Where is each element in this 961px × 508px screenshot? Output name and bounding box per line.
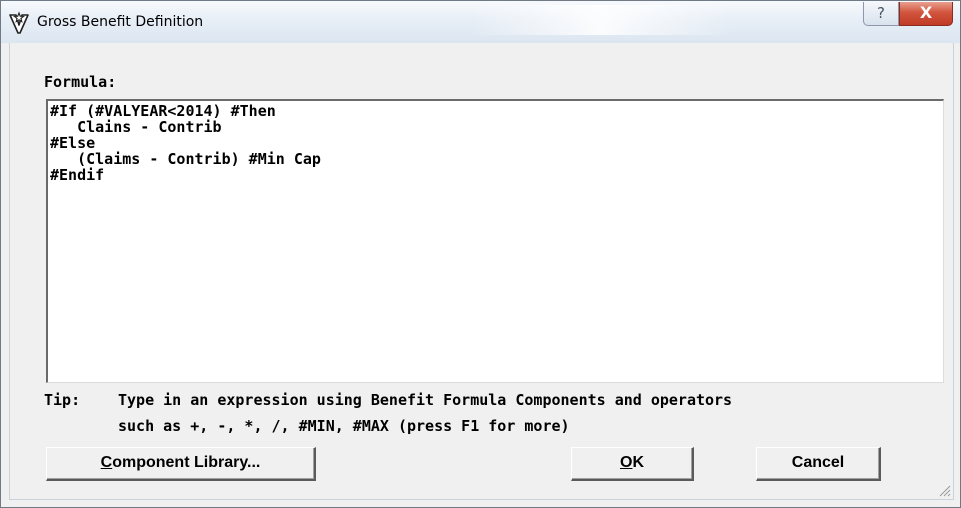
formula-label: Formula: xyxy=(44,73,117,91)
cancel-label: Cancel xyxy=(791,454,845,471)
ok-label: K xyxy=(632,454,644,471)
question-mark-icon: ? xyxy=(877,4,885,22)
formula-line: #If (#VALYEAR<2014) #Then xyxy=(50,102,276,120)
close-icon: X xyxy=(919,3,933,22)
formula-line: Clains - Contrib xyxy=(50,118,222,136)
component-library-button[interactable]: Component Library... xyxy=(46,447,316,481)
formula-line: #Else xyxy=(50,134,96,152)
component-library-label: omponent Library... xyxy=(112,454,261,471)
ok-mnemonic: O xyxy=(619,454,633,471)
tip-text-line-2: such as +, -, *, /, #MIN, #MAX (press F1… xyxy=(118,417,570,435)
help-button[interactable]: ? xyxy=(863,2,899,26)
resize-grip-icon[interactable] xyxy=(937,483,951,497)
formula-editor[interactable]: #If (#VALYEAR<2014) #Then Clains - Contr… xyxy=(46,99,944,383)
component-library-mnemonic: C xyxy=(100,454,113,471)
dialog-title: Gross Benefit Definition xyxy=(37,14,204,30)
formula-line: (Claims - Contrib) #Min Cap xyxy=(50,150,321,168)
title-bar-sheen xyxy=(471,5,731,35)
dialog-app-icon[interactable] xyxy=(7,11,31,35)
dialog-body: Formula: #If (#VALYEAR<2014) #Then Clain… xyxy=(9,43,954,500)
tip-label: Tip: xyxy=(44,391,81,409)
cancel-button[interactable]: Cancel xyxy=(756,447,881,481)
tip-text-line-1: Type in an expression using Benefit Form… xyxy=(118,391,733,409)
dialog-window: Gross Benefit Definition ? X Formula: #I… xyxy=(0,0,961,508)
title-bar[interactable]: Gross Benefit Definition ? X xyxy=(1,1,960,43)
ok-button[interactable]: OK xyxy=(571,447,694,481)
formula-line: #Endif xyxy=(50,166,105,184)
close-button[interactable]: X xyxy=(899,2,953,26)
